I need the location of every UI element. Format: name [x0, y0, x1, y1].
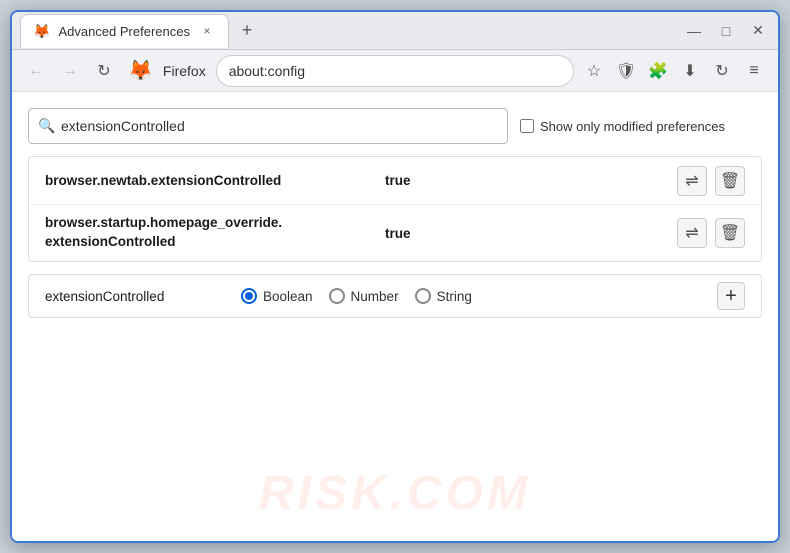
search-row: 🔍 Show only modified preferences	[28, 108, 762, 144]
minimize-button[interactable]: —	[682, 19, 706, 43]
tab-title: Advanced Preferences	[58, 24, 190, 39]
show-modified-label: Show only modified preferences	[540, 119, 725, 134]
sync-icon[interactable]: ↻	[708, 57, 736, 85]
table-row: browser.newtab.extensionControlled true …	[29, 157, 761, 205]
menu-button[interactable]: ≡	[740, 57, 768, 85]
boolean-radio-fill	[245, 292, 253, 300]
boolean-radio[interactable]	[241, 288, 257, 304]
back-button[interactable]: ←	[22, 57, 50, 85]
new-pref-name: extensionControlled	[45, 289, 225, 304]
download-icon[interactable]: ⬇	[676, 57, 704, 85]
type-options: Boolean Number String	[241, 288, 701, 304]
extension-icon[interactable]: 🧩	[644, 57, 672, 85]
reload-button[interactable]: ↻	[90, 57, 118, 85]
watermark: RISK.COM	[259, 466, 531, 521]
address-bar[interactable]: about:config	[216, 55, 574, 87]
nav-icons: ☆ 🛡 🧩 ⬇ ↻ ≡	[580, 57, 768, 85]
browser-window: 🦊 Advanced Preferences × + — □ ✕ ← → ↻ 🦊…	[10, 10, 780, 543]
pref-name-2: browser.startup.homepage_override. exten…	[45, 214, 385, 252]
delete-button-2[interactable]: 🗑	[715, 218, 745, 248]
number-radio[interactable]	[329, 288, 345, 304]
search-wrapper: 🔍	[28, 108, 508, 144]
firefox-logo: 🦊	[128, 58, 153, 83]
string-radio[interactable]	[415, 288, 431, 304]
number-option[interactable]: Number	[329, 288, 399, 304]
window-controls: — □ ✕	[682, 19, 770, 43]
add-preference-row: extensionControlled Boolean Number	[28, 274, 762, 318]
browser-name: Firefox	[163, 63, 206, 79]
delete-button-1[interactable]: 🗑	[715, 166, 745, 196]
preference-search-input[interactable]	[28, 108, 508, 144]
string-label: String	[437, 289, 472, 304]
row-actions-1: ⇌ 🗑	[677, 166, 745, 196]
pref-value-1: true	[385, 173, 677, 188]
active-tab[interactable]: 🦊 Advanced Preferences ×	[20, 14, 229, 48]
close-button[interactable]: ✕	[746, 19, 770, 43]
boolean-label: Boolean	[263, 289, 313, 304]
row-actions-2: ⇌ 🗑	[677, 218, 745, 248]
new-tab-button[interactable]: +	[233, 17, 261, 45]
tab-close-button[interactable]: ×	[198, 22, 216, 40]
string-option[interactable]: String	[415, 288, 472, 304]
tab-area: 🦊 Advanced Preferences × +	[20, 14, 678, 48]
show-modified-checkbox[interactable]	[520, 119, 534, 133]
number-label: Number	[351, 289, 399, 304]
pref-name-1: browser.newtab.extensionControlled	[45, 173, 385, 188]
show-modified-option: Show only modified preferences	[520, 119, 725, 134]
tab-favicon: 🦊	[33, 23, 50, 40]
address-text: about:config	[229, 63, 305, 79]
maximize-button[interactable]: □	[714, 19, 738, 43]
toggle-button-2[interactable]: ⇌	[677, 218, 707, 248]
star-icon[interactable]: ☆	[580, 57, 608, 85]
pref-value-2: true	[385, 226, 677, 241]
title-bar: 🦊 Advanced Preferences × + — □ ✕	[12, 12, 778, 50]
shield-icon[interactable]: 🛡	[612, 57, 640, 85]
add-preference-button[interactable]: +	[717, 282, 745, 310]
nav-bar: ← → ↻ 🦊 Firefox about:config ☆ 🛡 🧩 ⬇ ↻ ≡	[12, 50, 778, 92]
toggle-button-1[interactable]: ⇌	[677, 166, 707, 196]
results-table: browser.newtab.extensionControlled true …	[28, 156, 762, 262]
boolean-option[interactable]: Boolean	[241, 288, 313, 304]
table-row: browser.startup.homepage_override. exten…	[29, 205, 761, 261]
page-content: RISK.COM 🔍 Show only modified preference…	[12, 92, 778, 541]
forward-button[interactable]: →	[56, 57, 84, 85]
